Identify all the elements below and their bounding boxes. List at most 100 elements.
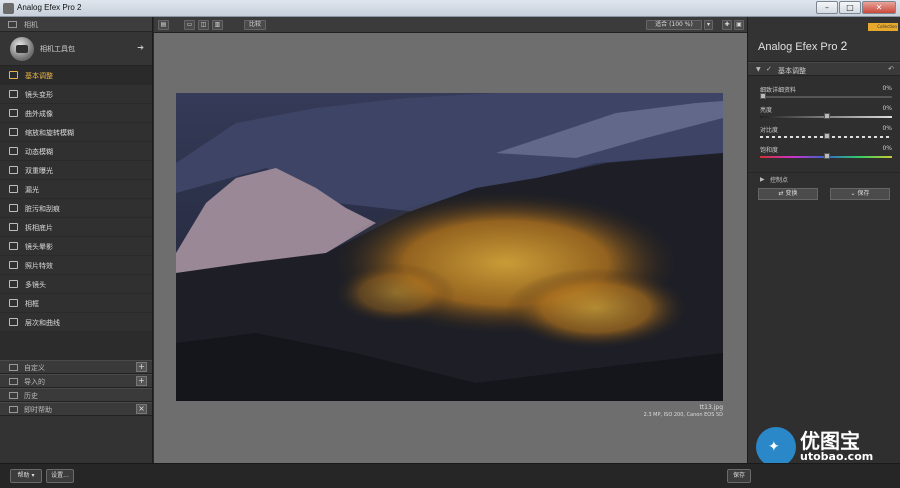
row-history[interactable]: 历史 — [0, 388, 152, 402]
image-meta: 2.3 MP, ISO 200, Canon EOS 5D — [643, 412, 723, 418]
add-icon[interactable]: + — [136, 376, 147, 386]
split-view-icon[interactable]: ◫ — [198, 20, 209, 30]
slider-value: 0% — [882, 105, 892, 112]
tool-label: 脏污和刮痕 — [25, 205, 60, 213]
tool-item[interactable]: 曲外成像 — [0, 104, 152, 123]
row-custom[interactable]: 自定义 + — [0, 360, 152, 374]
tool-icon — [9, 242, 18, 250]
tool-icon — [9, 71, 18, 79]
slider-thumb[interactable] — [823, 113, 830, 119]
preview-icon[interactable]: ✚ — [722, 20, 732, 30]
preview-canvas: tt13.jpg 2.3 MP, ISO 200, Canon EOS 5D — [154, 33, 747, 463]
tool-item[interactable]: 拆相底片 — [0, 218, 152, 237]
window-title: Analog Efex Pro 2 — [17, 3, 82, 12]
row-imported[interactable]: 导入的 + — [0, 374, 152, 388]
change-button[interactable]: ⇄ 变换 — [758, 188, 818, 200]
tool-label: 缩放和旋转模糊 — [25, 129, 74, 137]
toggle-panel-icon[interactable]: ▤ — [158, 20, 169, 30]
save-button[interactable]: 保存 — [727, 469, 751, 483]
tool-item[interactable]: 层次和曲线 — [0, 313, 152, 332]
zoom-dropdown-icon[interactable]: ▾ — [704, 20, 713, 30]
compare-button[interactable]: 比较 — [244, 20, 266, 30]
tool-icon — [9, 261, 18, 269]
slider-label: 亮度 — [760, 107, 773, 114]
maximize-button[interactable]: □ — [839, 1, 861, 14]
tool-label: 照片特效 — [25, 262, 53, 270]
tool-icon — [9, 166, 18, 174]
tool-item[interactable]: 缩放和旋转模糊 — [0, 123, 152, 142]
watermark-url: utobao.com — [800, 450, 874, 463]
tool-item[interactable]: 多镜头 — [0, 275, 152, 294]
change-label: 变换 — [785, 190, 798, 197]
tool-label: 镜头晕影 — [25, 243, 53, 251]
tool-icon — [9, 128, 18, 136]
slider-track[interactable] — [760, 96, 892, 98]
control-points-row[interactable]: ▶ 控制点 — [748, 172, 900, 184]
bottom-bar: 帮助 ▾ 设置... 保存 — [0, 463, 900, 488]
tool-label: 层次和曲线 — [25, 319, 60, 327]
arrow-right-icon[interactable]: ➔ — [137, 43, 144, 52]
save-preset-button[interactable]: ⌄ 保存 — [830, 188, 890, 200]
checkmark-icon[interactable]: ✓ — [766, 65, 772, 73]
tool-label: 漏光 — [25, 186, 39, 194]
slider-label: 饱和度 — [760, 147, 779, 154]
tool-item[interactable]: 镜头晕影 — [0, 237, 152, 256]
tool-icon — [9, 185, 18, 193]
background-icon[interactable]: ▣ — [734, 20, 744, 30]
tool-item[interactable]: 镜头变形 — [0, 85, 152, 104]
product-version: 2 — [840, 39, 848, 53]
tool-icon — [9, 90, 18, 98]
zoom-select[interactable]: 适合 (100 %) — [646, 20, 702, 30]
slider-thumb[interactable] — [760, 93, 766, 99]
slider-thumb[interactable] — [823, 133, 830, 139]
slider-thumb[interactable] — [823, 153, 830, 159]
tool-icon — [9, 204, 18, 212]
tool-label: 双重曝光 — [25, 167, 53, 175]
close-button[interactable]: ✕ — [862, 1, 896, 14]
tool-item[interactable]: 脏污和刮痕 — [0, 199, 152, 218]
slider-label: 对比度 — [760, 127, 779, 134]
minimize-button[interactable]: – — [816, 1, 838, 14]
adjustment-slider[interactable]: 亮度 0% — [748, 102, 900, 122]
tool-icon — [9, 109, 18, 117]
adjustment-slider[interactable]: 细致详细资料 0% — [748, 82, 900, 102]
camera-header[interactable]: 相机 — [0, 17, 152, 32]
control-points-label: 控制点 — [770, 177, 789, 184]
tool-item[interactable]: 基本调整 — [0, 66, 152, 85]
tool-label: 多镜头 — [25, 281, 46, 289]
expand-triangle-icon[interactable]: ▼ — [756, 66, 761, 73]
help-button[interactable]: 帮助 ▾ — [10, 469, 42, 483]
history-icon — [9, 392, 18, 399]
reset-icon[interactable]: ↶ — [888, 65, 894, 73]
camera-lens-icon — [10, 37, 34, 61]
camera-header-label: 相机 — [24, 21, 38, 29]
adjustment-slider[interactable]: 对比度 0% — [748, 122, 900, 142]
tool-item[interactable]: 漏光 — [0, 180, 152, 199]
side-by-side-icon[interactable]: ▥ — [212, 20, 223, 30]
spacer — [0, 332, 152, 360]
adjustment-slider[interactable]: 饱和度 0% — [748, 142, 900, 162]
settings-button[interactable]: 设置... — [46, 469, 74, 483]
tool-label: 曲外成像 — [25, 110, 53, 118]
app-icon — [3, 3, 14, 14]
tool-item[interactable]: 动态模糊 — [0, 142, 152, 161]
tool-item[interactable]: 双重曝光 — [0, 161, 152, 180]
row-label: 即时帮助 — [24, 406, 52, 414]
section-basic-adjustments[interactable]: ▼ ✓ 基本调整 ↶ — [748, 62, 900, 76]
tool-icon — [9, 318, 18, 326]
camera-icon — [8, 21, 17, 28]
toolkit-label: 相机工具包 — [40, 45, 75, 53]
tool-item[interactable]: 照片特效 — [0, 256, 152, 275]
camera-toolkit[interactable]: 相机工具包 ➔ — [0, 32, 152, 66]
row-label: 自定义 — [24, 364, 45, 372]
tool-icon — [9, 280, 18, 288]
section-label: 基本调整 — [778, 67, 806, 75]
import-icon — [9, 378, 18, 385]
row-help[interactable]: 即时帮助 × — [0, 402, 152, 416]
close-icon[interactable]: × — [136, 404, 147, 414]
help-label: 帮助 — [17, 472, 30, 479]
expand-triangle-icon[interactable]: ▶ — [760, 176, 765, 183]
single-view-icon[interactable]: ▭ — [184, 20, 195, 30]
add-icon[interactable]: + — [136, 362, 147, 372]
tool-item[interactable]: 相框 — [0, 294, 152, 313]
